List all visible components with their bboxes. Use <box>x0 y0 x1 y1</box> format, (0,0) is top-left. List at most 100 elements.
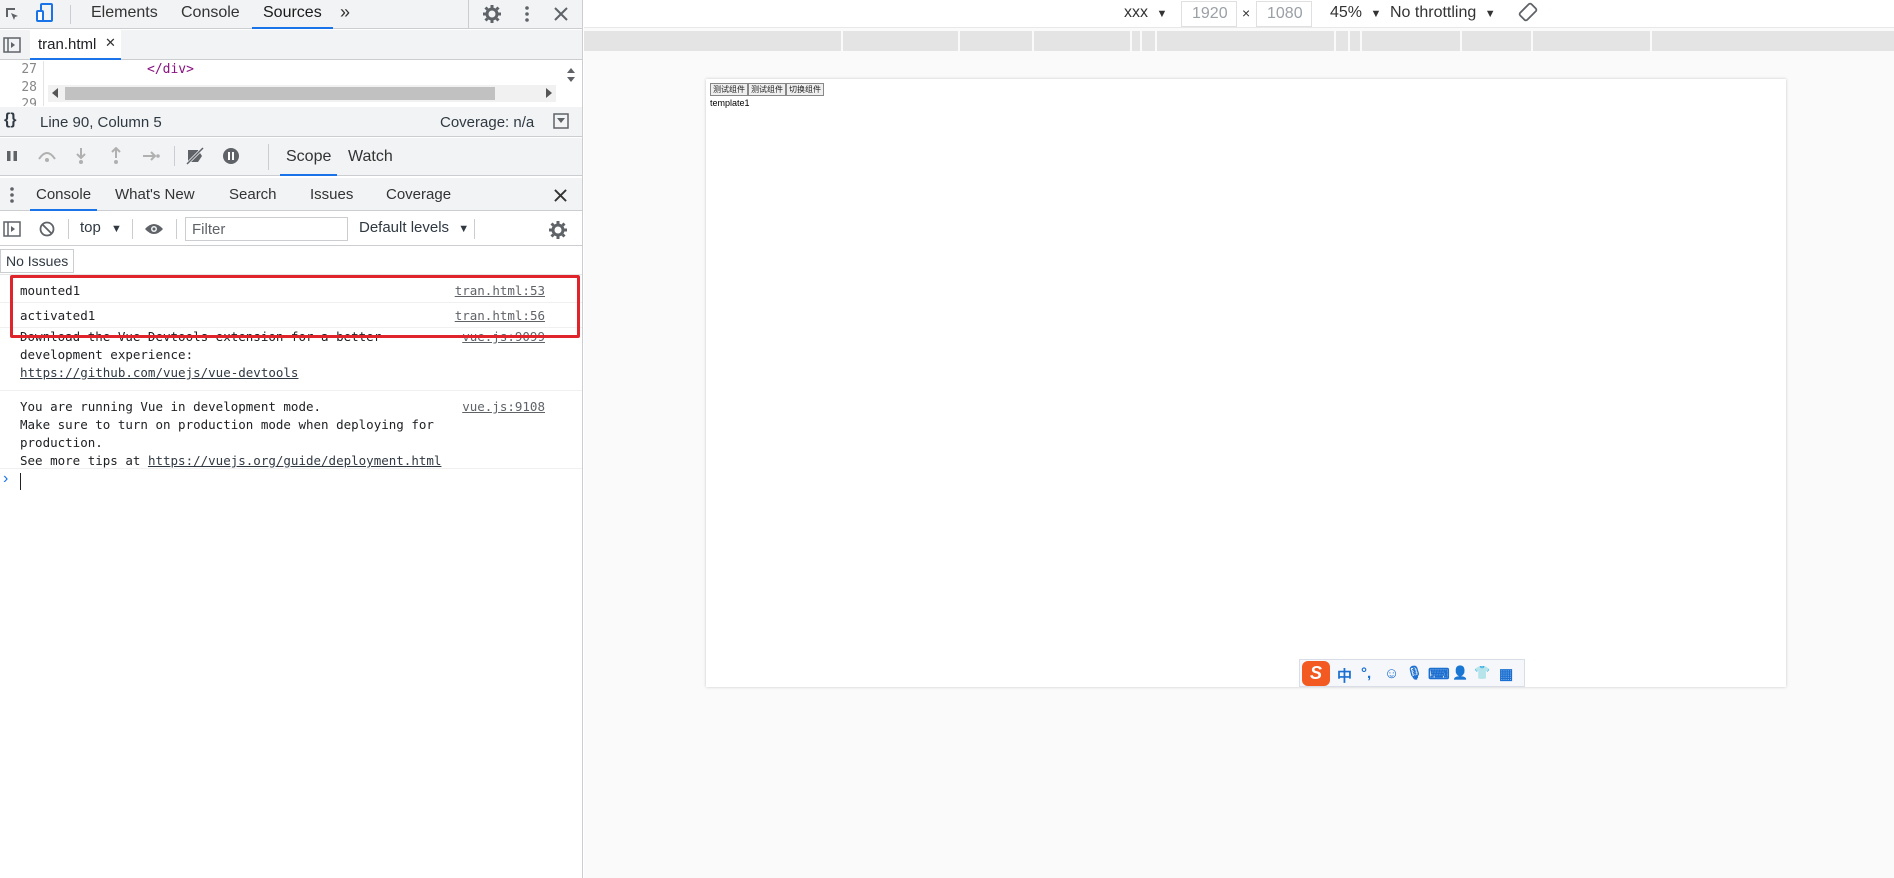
step-out-icon[interactable] <box>108 146 124 166</box>
drawer-tab-search[interactable]: Search <box>229 186 277 211</box>
ime-punctuation-icon[interactable]: °, <box>1361 665 1371 682</box>
pretty-print-icon[interactable]: {} <box>4 111 16 129</box>
source-link[interactable]: tran.html:56 <box>455 307 545 325</box>
line-number: 28 <box>21 80 37 95</box>
drawer-tab-coverage[interactable]: Coverage <box>386 186 451 211</box>
ime-emoji-icon[interactable]: ☺ <box>1384 665 1399 682</box>
inspect-element-icon[interactable] <box>2 4 22 24</box>
console-message: Download the Vue Devtools extension for … <box>0 328 582 391</box>
ime-microphone-icon[interactable]: 🎙 <box>1406 665 1423 681</box>
device-emulation-area: xxx ▼ 1920 × 1080 45% ▼ No throttling ▼ <box>584 0 1894 878</box>
ime-toolbox-icon[interactable]: ▦ <box>1499 665 1513 683</box>
console-message: activated1 tran.html:56 <box>0 303 582 328</box>
console-settings-gear-icon[interactable] <box>547 219 569 241</box>
chevron-down-icon: ▼ <box>1156 8 1168 20</box>
device-toolbar-icon[interactable] <box>34 2 56 24</box>
toggle-navigator-icon[interactable] <box>2 36 22 54</box>
tab-elements[interactable]: Elements <box>91 0 158 29</box>
close-drawer-icon[interactable] <box>550 185 570 205</box>
ime-toolbar[interactable]: S 中 °, ☺ 🎙 ⌨ 👤 👕 ▦ <box>1299 659 1525 687</box>
rotate-icon[interactable] <box>1518 2 1538 27</box>
ime-skin-icon[interactable]: 👕 <box>1474 665 1490 681</box>
device-name: xxx <box>1124 4 1148 21</box>
console-message: mounted1 tran.html:53 <box>0 276 582 303</box>
message-body: Download the Vue Devtools extension for … <box>20 329 382 362</box>
pause-icon[interactable] <box>4 148 20 164</box>
console-prompt[interactable]: › <box>0 469 582 493</box>
divider <box>468 0 469 29</box>
chevron-down-icon: ▼ <box>458 223 470 235</box>
divider <box>474 219 475 239</box>
message-link[interactable]: https://github.com/vuejs/vue-devtools <box>20 365 298 380</box>
source-link[interactable]: tran.html:53 <box>455 282 545 300</box>
page-button-1[interactable]: 测试组件 <box>710 83 748 96</box>
scroll-left-icon[interactable] <box>52 88 58 98</box>
step-over-icon[interactable] <box>36 147 58 165</box>
tab-console[interactable]: Console <box>181 0 240 29</box>
more-tabs-button[interactable]: » <box>340 0 350 29</box>
pause-on-exceptions-icon[interactable] <box>220 146 242 166</box>
cursor-position: Line 90, Column 5 <box>40 114 162 131</box>
prompt-chevron-icon: › <box>3 470 9 487</box>
scroll-right-icon[interactable] <box>546 88 552 98</box>
source-link[interactable]: vue.js:9099 <box>462 328 545 346</box>
drawer-tab-console[interactable]: Console <box>30 186 98 211</box>
chevron-down-icon: ▼ <box>1484 8 1496 20</box>
editor-status-bar: {} Line 90, Column 5 Coverage: n/a <box>0 107 582 137</box>
page-button-switch[interactable]: 切换组件 <box>786 83 824 96</box>
eye-icon[interactable] <box>143 220 165 238</box>
filter-input[interactable] <box>185 217 348 241</box>
log-levels-select[interactable]: Default levels ▼ <box>359 219 469 236</box>
context-select[interactable]: top ▼ <box>80 219 122 236</box>
tab-scope[interactable]: Scope <box>280 146 338 176</box>
source-file-tabs: tran.html ✕ <box>0 30 582 60</box>
drawer-tab-whats-new[interactable]: What's New <box>115 186 195 211</box>
scrollbar-thumb[interactable] <box>65 87 495 100</box>
tab-watch[interactable]: Watch <box>342 146 399 176</box>
throttling-value: No throttling <box>1390 4 1477 21</box>
deactivate-breakpoints-icon[interactable] <box>184 146 206 166</box>
gear-icon[interactable] <box>481 3 503 25</box>
width-input[interactable]: 1920 <box>1181 1 1237 27</box>
vertical-scroll-arrows[interactable] <box>565 65 579 103</box>
ime-keyboard-icon[interactable]: ⌨ <box>1428 665 1450 683</box>
message-text: activated1 <box>20 308 96 323</box>
tab-sources[interactable]: Sources <box>252 0 333 29</box>
message-link[interactable]: https://vuejs.org/guide/deployment.html <box>148 453 442 468</box>
more-options-icon[interactable] <box>516 3 538 25</box>
console-sidebar-icon[interactable] <box>2 220 22 238</box>
close-devtools-icon[interactable] <box>550 3 572 25</box>
throttling-select[interactable]: No throttling ▼ <box>1390 4 1496 22</box>
close-file-tab-icon[interactable]: ✕ <box>105 35 116 51</box>
message-text: Download the Vue Devtools extension for … <box>20 328 381 382</box>
horizontal-scrollbar[interactable] <box>48 85 556 102</box>
zoom-select[interactable]: 45% ▼ <box>1330 4 1381 22</box>
ime-user-icon[interactable]: 👤 <box>1452 665 1468 681</box>
drawer-tab-bar: Console What's New Search Issues Coverag… <box>0 178 582 211</box>
code-editor[interactable]: 27 28 29 </div> <box>0 61 582 106</box>
chevron-down-icon: ▼ <box>111 223 122 235</box>
toggle-drawer-icon[interactable] <box>552 112 570 130</box>
page-button-2[interactable]: 测试组件 <box>748 83 786 96</box>
file-tab-tran-html[interactable]: tran.html ✕ <box>30 30 121 60</box>
console-message: You are running Vue in development mode.… <box>0 391 582 469</box>
divider <box>68 219 69 239</box>
step-into-icon[interactable] <box>73 146 89 166</box>
issues-bar: No Issues <box>0 247 582 275</box>
ime-logo-icon[interactable]: S <box>1302 661 1330 686</box>
device-select[interactable]: xxx ▼ <box>1124 4 1167 22</box>
source-link[interactable]: vue.js:9108 <box>462 398 545 416</box>
media-query-ruler[interactable] <box>584 31 1894 51</box>
ime-chinese-mode-icon[interactable]: 中 <box>1337 665 1352 686</box>
issues-button[interactable]: No Issues <box>0 249 75 273</box>
step-icon[interactable] <box>141 147 161 165</box>
drawer-menu-icon[interactable] <box>8 186 16 204</box>
console-toolbar: top ▼ Default levels ▼ <box>0 212 582 246</box>
drawer-tab-issues[interactable]: Issues <box>310 186 353 211</box>
emulated-page-viewport[interactable]: 测试组件 测试组件 切换组件 template1 S 中 °, ☺ 🎙 ⌨ 👤 … <box>706 79 1786 687</box>
height-input[interactable]: 1080 <box>1256 1 1312 27</box>
message-text: You are running Vue in development mode.… <box>20 398 441 470</box>
line-number: 27 <box>21 62 37 77</box>
clear-console-icon[interactable] <box>37 220 57 238</box>
line-number: 29 <box>21 97 37 106</box>
